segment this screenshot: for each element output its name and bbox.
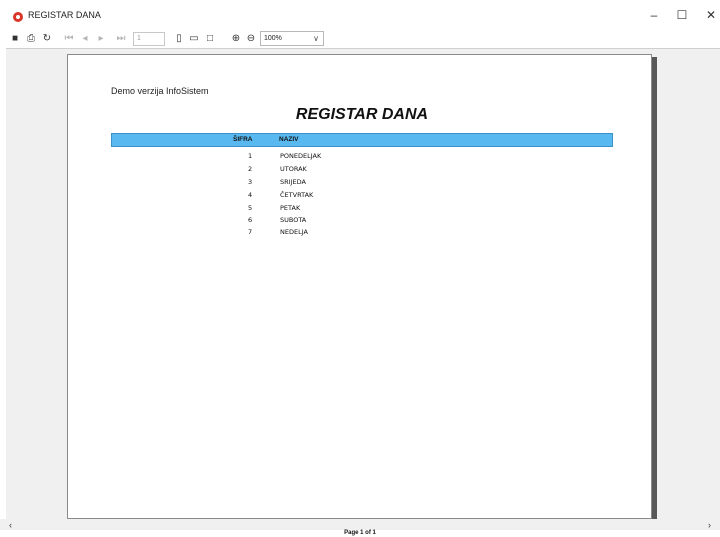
- save-icon[interactable]: ■: [9, 32, 21, 46]
- chevron-down-icon: ∨: [313, 34, 319, 43]
- last-page-icon[interactable]: ⏭: [114, 32, 128, 46]
- report-title: REGISTAR DANA: [295, 106, 429, 123]
- single-page-icon[interactable]: ▯: [172, 32, 186, 46]
- column-header-sifra: ŠIFRA: [233, 136, 253, 143]
- row-sifra: 1: [248, 152, 253, 160]
- print-icon[interactable]: ⎙: [25, 32, 37, 46]
- row-sifra: 5: [248, 204, 253, 212]
- row-sifra: 2: [248, 165, 253, 173]
- table-header: [111, 133, 613, 147]
- toolbar: ■ ⎙ ↻ ⏮ ◂ ▸ ⏭ ▯ ▭ □ ⊕ ⊖: [0, 30, 720, 48]
- next-page-icon[interactable]: ▸: [95, 32, 107, 46]
- zoom-in-icon[interactable]: ⊕: [229, 32, 243, 46]
- page-number-input[interactable]: 1: [133, 32, 165, 46]
- row-sifra: 6: [248, 216, 253, 224]
- first-page-icon[interactable]: ⏮: [63, 32, 75, 46]
- page-width-icon[interactable]: ▭: [187, 32, 201, 46]
- zoom-select[interactable]: 100% ∨: [260, 31, 324, 46]
- row-naziv: SUBOTA: [280, 216, 307, 224]
- demo-notice: Demo verzija InfoSistem: [111, 86, 209, 96]
- row-sifra: 7: [248, 228, 253, 236]
- app-icon: [13, 12, 23, 22]
- scroll-right-icon[interactable]: ›: [708, 520, 711, 530]
- row-naziv: ČETVRTAK: [280, 191, 314, 199]
- row-naziv: PETAK: [280, 204, 301, 212]
- window-title: REGISTAR DANA: [28, 10, 101, 20]
- title-bar: REGISTAR DANA – ☐ ✕: [0, 0, 720, 30]
- row-naziv: UTORAK: [280, 165, 307, 173]
- refresh-icon[interactable]: ↻: [41, 32, 53, 46]
- row-naziv: NEDELJA: [280, 228, 308, 236]
- horizontal-scrollbar[interactable]: [0, 519, 720, 530]
- minimize-button[interactable]: –: [642, 6, 666, 24]
- page-indicator: Page 1 of 1: [0, 530, 720, 537]
- prev-page-icon[interactable]: ◂: [79, 32, 91, 46]
- row-naziv: PONEDELJAK: [280, 152, 322, 160]
- column-header-naziv: NAZIV: [279, 136, 299, 143]
- zoom-out-icon[interactable]: ⊖: [244, 32, 258, 46]
- row-naziv: SRIJEDA: [280, 178, 306, 186]
- whole-page-icon[interactable]: □: [203, 32, 217, 46]
- row-sifra: 3: [248, 178, 253, 186]
- close-button[interactable]: ✕: [699, 6, 720, 24]
- scroll-left-icon[interactable]: ‹: [9, 520, 12, 530]
- zoom-value: 100%: [264, 35, 282, 42]
- row-sifra: 4: [248, 191, 253, 199]
- maximize-button[interactable]: ☐: [670, 6, 694, 24]
